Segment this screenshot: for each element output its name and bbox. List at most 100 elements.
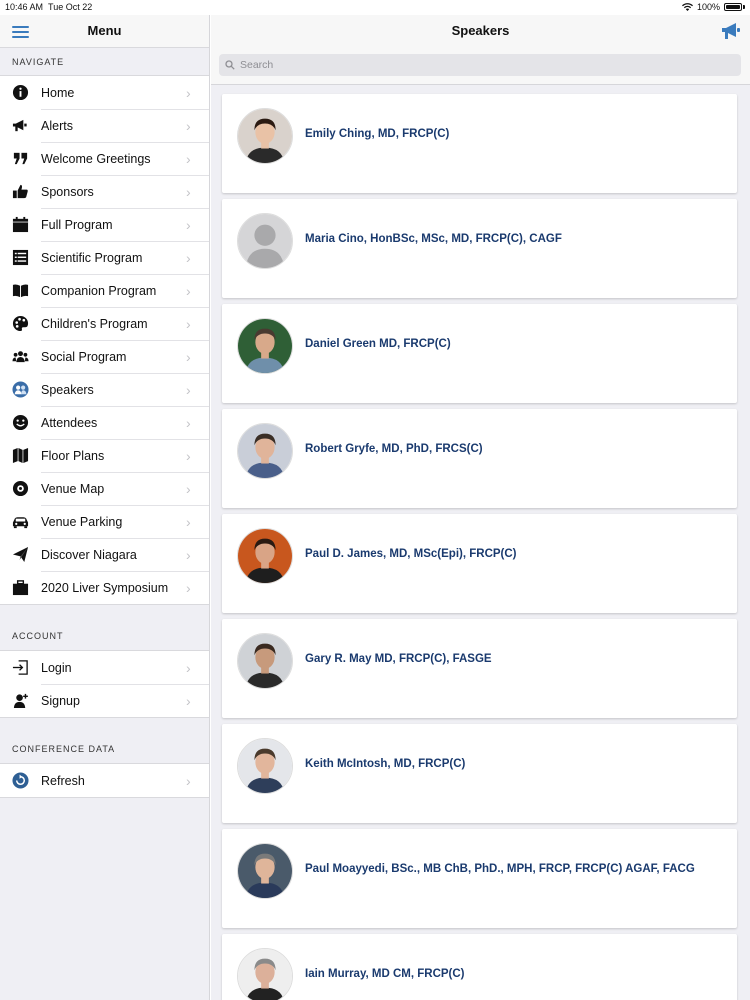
menu-item-label: Social Program xyxy=(41,349,127,364)
chevron-right-icon: › xyxy=(186,216,191,233)
date-text: Tue Oct 22 xyxy=(48,2,93,12)
battery-percent: 100% xyxy=(696,2,720,12)
speaker-avatar xyxy=(237,108,293,164)
sidebar-item-venue-parking[interactable]: Venue Parking › xyxy=(0,505,209,538)
chevron-right-icon: › xyxy=(186,546,191,563)
quote-icon xyxy=(11,150,29,168)
speaker-card[interactable]: Paul D. James, MD, MSc(Epi), FRCP(C) xyxy=(222,514,737,613)
speakers-icon xyxy=(11,381,29,399)
sidebar-item-welcome-greetings[interactable]: Welcome Greetings › xyxy=(0,142,209,175)
status-time: 10:46 AM Tue Oct 22 xyxy=(5,2,92,12)
menu-item-label: Refresh xyxy=(41,773,85,788)
sidebar-item-home[interactable]: Home › xyxy=(0,76,209,109)
conference-menu: Refresh › xyxy=(0,763,209,798)
speaker-avatar xyxy=(237,843,293,899)
menu-item-label: Login xyxy=(41,660,72,675)
speaker-name: Paul Moayyedi, BSc., MB ChB, PhD., MPH, … xyxy=(305,863,695,875)
paper-plane-icon xyxy=(11,546,29,564)
speaker-name: Emily Ching, MD, FRCP(C) xyxy=(305,128,450,140)
speaker-name: Iain Murray, MD CM, FRCP(C) xyxy=(305,968,465,980)
sidebar-item-signup[interactable]: Signup › xyxy=(0,684,209,717)
sidebar-header: Menu xyxy=(0,15,209,47)
menu-item-label: Speakers xyxy=(41,382,94,397)
speaker-card[interactable]: Gary R. May MD, FRCP(C), FASGE xyxy=(222,619,737,718)
speaker-avatar xyxy=(237,318,293,374)
briefcase-icon xyxy=(11,579,29,597)
speaker-list: Emily Ching, MD, FRCP(C) Maria Cino, HonB… xyxy=(211,85,750,1000)
speaker-name: Gary R. May MD, FRCP(C), FASGE xyxy=(305,653,492,665)
chevron-right-icon: › xyxy=(186,117,191,134)
sidebar-item-refresh[interactable]: Refresh › xyxy=(0,764,209,797)
chevron-right-icon: › xyxy=(186,348,191,365)
speaker-card[interactable]: Iain Murray, MD CM, FRCP(C) xyxy=(222,934,737,1000)
speaker-card[interactable]: Keith McIntosh, MD, FRCP(C) xyxy=(222,724,737,823)
speaker-card[interactable]: Emily Ching, MD, FRCP(C) xyxy=(222,94,737,193)
sidebar-item-children-s-program[interactable]: Children's Program › xyxy=(0,307,209,340)
sidebar-item-venue-map[interactable]: Venue Map › xyxy=(0,472,209,505)
chevron-right-icon: › xyxy=(186,414,191,431)
info-icon xyxy=(11,84,29,102)
time-text: 10:46 AM xyxy=(5,2,44,12)
speaker-avatar xyxy=(237,213,293,269)
refresh-icon xyxy=(11,772,29,790)
sidebar-item-scientific-program[interactable]: Scientific Program › xyxy=(0,241,209,274)
menu-item-label: Companion Program xyxy=(41,283,157,298)
car-icon xyxy=(11,513,29,531)
map-icon xyxy=(11,447,29,465)
chevron-right-icon: › xyxy=(186,772,191,789)
chevron-right-icon: › xyxy=(186,381,191,398)
battery-tip xyxy=(743,5,745,9)
navigate-section-label: NAVIGATE xyxy=(0,47,209,75)
menu-item-label: Welcome Greetings xyxy=(41,151,151,166)
speaker-card[interactable]: Robert Gryfe, MD, PhD, FRCS(C) xyxy=(222,409,737,508)
sidebar-item-floor-plans[interactable]: Floor Plans › xyxy=(0,439,209,472)
chevron-right-icon: › xyxy=(186,579,191,596)
speaker-name: Paul D. James, MD, MSc(Epi), FRCP(C) xyxy=(305,548,517,560)
megaphone-icon xyxy=(11,117,29,135)
speaker-card[interactable]: Paul Moayyedi, BSc., MB ChB, PhD., MPH, … xyxy=(222,829,737,928)
status-bar: 10:46 AM Tue Oct 22 100% xyxy=(0,0,750,15)
menu-item-label: Children's Program xyxy=(41,316,148,331)
megaphone-icon xyxy=(722,23,740,39)
sidebar-item-login[interactable]: Login › xyxy=(0,651,209,684)
sidebar-item-sponsors[interactable]: Sponsors › xyxy=(0,175,209,208)
chevron-right-icon: › xyxy=(186,513,191,530)
menu-item-label: Scientific Program xyxy=(41,250,143,265)
speaker-name: Daniel Green MD, FRCP(C) xyxy=(305,338,451,350)
speaker-avatar xyxy=(237,633,293,689)
sidebar-item-social-program[interactable]: Social Program › xyxy=(0,340,209,373)
main-header: Speakers xyxy=(211,15,750,47)
speaker-name: Maria Cino, HonBSc, MSc, MD, FRCP(C), CA… xyxy=(305,233,562,245)
list-icon xyxy=(11,249,29,267)
conference-section-label: CONFERENCE DATA xyxy=(12,744,116,754)
main-panel: Speakers Emily Ching, MD, FRCP(C) Maria C… xyxy=(211,15,750,1000)
menu-item-label: 2020 Liver Symposium xyxy=(41,580,169,595)
menu-item-label: Full Program xyxy=(41,217,113,232)
chevron-right-icon: › xyxy=(186,183,191,200)
sidebar-item-2020-liver-symposium[interactable]: 2020 Liver Symposium › xyxy=(0,571,209,604)
speaker-card[interactable]: Maria Cino, HonBSc, MSc, MD, FRCP(C), CA… xyxy=(222,199,737,298)
menu-item-label: Signup xyxy=(41,693,80,708)
menu-item-label: Venue Map xyxy=(41,481,105,496)
search-input[interactable] xyxy=(240,59,680,71)
battery-icon xyxy=(724,3,742,11)
sidebar-item-speakers[interactable]: Speakers › xyxy=(0,373,209,406)
speaker-avatar xyxy=(237,948,293,1000)
sidebar-item-discover-niagara[interactable]: Discover Niagara › xyxy=(0,538,209,571)
sidebar-item-attendees[interactable]: Attendees › xyxy=(0,406,209,439)
sidebar-item-alerts[interactable]: Alerts › xyxy=(0,109,209,142)
alerts-megaphone-button[interactable] xyxy=(720,20,742,42)
menu-item-label: Venue Parking xyxy=(41,514,123,529)
menu-item-label: Home xyxy=(41,85,75,100)
search-icon xyxy=(225,60,235,70)
login-icon xyxy=(11,659,29,677)
speaker-card[interactable]: Daniel Green MD, FRCP(C) xyxy=(222,304,737,403)
search-field[interactable] xyxy=(219,54,741,76)
sidebar-item-companion-program[interactable]: Companion Program › xyxy=(0,274,209,307)
sidebar-item-full-program[interactable]: Full Program › xyxy=(0,208,209,241)
location-icon xyxy=(11,480,29,498)
add-user-icon xyxy=(11,692,29,710)
speaker-avatar xyxy=(237,528,293,584)
wifi-icon xyxy=(681,3,693,11)
palette-icon xyxy=(11,315,29,333)
